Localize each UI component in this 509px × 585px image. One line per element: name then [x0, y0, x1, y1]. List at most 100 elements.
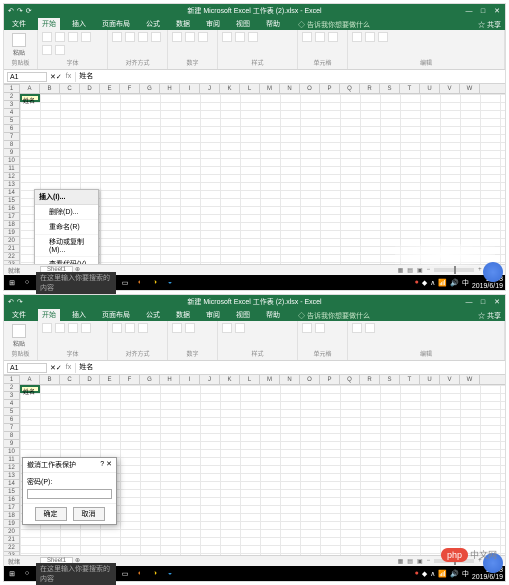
- tray-icon[interactable]: ◆: [422, 570, 427, 578]
- view-layout[interactable]: ▤: [407, 558, 413, 565]
- formula-bar[interactable]: 姓名: [75, 72, 505, 82]
- close-button[interactable]: ✕: [493, 298, 501, 306]
- row-header[interactable]: 10: [4, 448, 19, 456]
- cortana-icon[interactable]: ○: [21, 568, 33, 580]
- tab-formulas[interactable]: 公式: [142, 309, 164, 321]
- col-header[interactable]: V: [440, 84, 460, 93]
- tab-help[interactable]: 帮助: [262, 18, 284, 30]
- col-header[interactable]: H: [160, 375, 180, 384]
- row-header[interactable]: 23: [4, 552, 19, 555]
- row-header[interactable]: 15: [4, 488, 19, 496]
- tray-wifi-icon[interactable]: 📶: [438, 279, 447, 287]
- tray-icon[interactable]: ∧: [430, 570, 435, 578]
- taskbar-search[interactable]: 在这里输入你要搜索的内容: [36, 272, 116, 294]
- col-header[interactable]: M: [260, 375, 280, 384]
- row-header[interactable]: 14: [4, 189, 19, 197]
- dialog-close-icon[interactable]: ✕: [106, 461, 112, 468]
- spreadsheet-grid[interactable]: 123456789101112131415161718192021222324 …: [4, 84, 505, 264]
- minimize-button[interactable]: —: [465, 8, 473, 15]
- row-header[interactable]: 17: [4, 213, 19, 221]
- password-input[interactable]: [27, 489, 112, 499]
- dialog-help-icon[interactable]: ?: [100, 461, 104, 468]
- col-header[interactable]: C: [60, 84, 80, 93]
- menu-item[interactable]: 查看代码(V): [35, 257, 98, 264]
- font-btn[interactable]: [42, 32, 52, 42]
- col-header[interactable]: E: [100, 84, 120, 93]
- tab-file[interactable]: 文件: [8, 309, 30, 321]
- row-header[interactable]: 20: [4, 237, 19, 245]
- tray-volume-icon[interactable]: 🔊: [450, 570, 459, 578]
- task-icon[interactable]: ◐: [134, 568, 146, 580]
- col-header[interactable]: C: [60, 375, 80, 384]
- row-header[interactable]: 22: [4, 253, 19, 261]
- ok-button[interactable]: 确定: [35, 507, 67, 521]
- fx-icon[interactable]: fx: [62, 364, 75, 371]
- zoom-out[interactable]: −: [427, 267, 431, 273]
- tray-icon[interactable]: ∧: [430, 279, 435, 287]
- qat-refresh[interactable]: ⟳: [26, 7, 32, 15]
- row-header[interactable]: 10: [4, 157, 19, 165]
- qat-redo[interactable]: ↷: [17, 298, 23, 306]
- qat-undo[interactable]: ↶: [8, 7, 14, 15]
- row-header[interactable]: 9: [4, 440, 19, 448]
- tab-review[interactable]: 审阅: [202, 309, 224, 321]
- qat-redo[interactable]: ↷: [17, 7, 23, 15]
- col-header[interactable]: S: [380, 375, 400, 384]
- col-header[interactable]: A: [20, 84, 40, 93]
- view-normal[interactable]: ▦: [398, 267, 404, 274]
- row-header[interactable]: 4: [4, 109, 19, 117]
- col-header[interactable]: T: [400, 84, 420, 93]
- tab-view[interactable]: 视图: [232, 309, 254, 321]
- row-header[interactable]: 19: [4, 520, 19, 528]
- name-box[interactable]: A1: [7, 363, 47, 373]
- tab-data[interactable]: 数据: [172, 309, 194, 321]
- col-header[interactable]: K: [220, 375, 240, 384]
- col-header[interactable]: P: [320, 375, 340, 384]
- row-header[interactable]: 3: [4, 101, 19, 109]
- col-header[interactable]: N: [280, 375, 300, 384]
- task-icon[interactable]: ◐: [134, 277, 146, 289]
- cancel-button[interactable]: 取消: [73, 507, 105, 521]
- col-header[interactable]: H: [160, 84, 180, 93]
- col-header[interactable]: B: [40, 375, 60, 384]
- col-header[interactable]: I: [180, 84, 200, 93]
- row-header[interactable]: 4: [4, 400, 19, 408]
- tray-ime[interactable]: 中: [462, 569, 469, 579]
- row-header[interactable]: 2: [4, 384, 19, 392]
- tab-home[interactable]: 开始: [38, 309, 60, 321]
- paste-button[interactable]: 粘贴: [8, 32, 30, 58]
- row-header[interactable]: 21: [4, 245, 19, 253]
- task-icon[interactable]: ◑: [149, 277, 161, 289]
- task-icon[interactable]: ◒: [164, 568, 176, 580]
- col-header[interactable]: K: [220, 84, 240, 93]
- task-icon[interactable]: ▭: [119, 568, 131, 580]
- menu-insert[interactable]: 插入(I)...: [35, 190, 98, 205]
- row-header[interactable]: 3: [4, 392, 19, 400]
- row-header[interactable]: 22: [4, 544, 19, 552]
- view-layout[interactable]: ▤: [407, 267, 413, 274]
- col-header[interactable]: S: [380, 84, 400, 93]
- col-header[interactable]: Q: [340, 375, 360, 384]
- row-header[interactable]: 15: [4, 197, 19, 205]
- zoom-in[interactable]: +: [478, 267, 482, 273]
- row-header[interactable]: 5: [4, 117, 19, 125]
- maximize-button[interactable]: □: [479, 8, 487, 15]
- cortana-icon[interactable]: ○: [21, 277, 33, 289]
- start-button[interactable]: ⊞: [6, 277, 18, 289]
- col-header[interactable]: D: [80, 375, 100, 384]
- tray-icon[interactable]: ◆: [422, 279, 427, 287]
- tab-layout[interactable]: 页面布局: [98, 18, 134, 30]
- col-header[interactable]: O: [300, 375, 320, 384]
- share-button[interactable]: ☆ 共享: [478, 20, 501, 30]
- row-header[interactable]: 18: [4, 221, 19, 229]
- tab-review[interactable]: 审阅: [202, 18, 224, 30]
- col-header[interactable]: J: [200, 84, 220, 93]
- menu-item[interactable]: 重命名(R): [35, 220, 98, 235]
- view-break[interactable]: ▣: [417, 558, 423, 565]
- share-button[interactable]: ☆ 共享: [478, 311, 501, 321]
- taskbar-search[interactable]: 在这里输入你要搜索的内容: [36, 563, 116, 585]
- zoom-slider[interactable]: [434, 268, 474, 272]
- col-header[interactable]: B: [40, 84, 60, 93]
- task-icon[interactable]: ◒: [164, 277, 176, 289]
- row-header[interactable]: 11: [4, 165, 19, 173]
